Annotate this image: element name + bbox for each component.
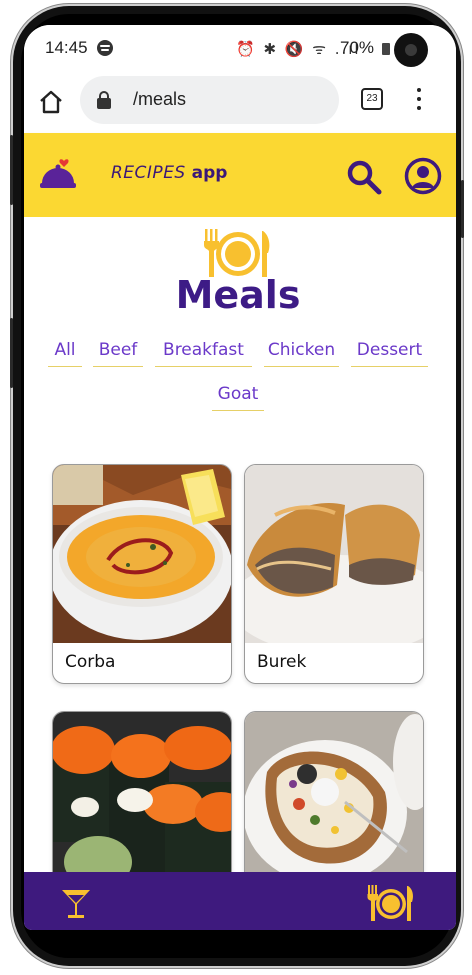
category-all[interactable]: All [48, 337, 82, 367]
category-goat[interactable]: Goat [212, 381, 264, 411]
battery-icon [382, 43, 390, 55]
user-circle-icon[interactable] [404, 157, 442, 195]
screen: 14:45 ⏰ ✱ 🔇 ᯤ ..ıl 70% /meals 23 RECIPES… [24, 25, 456, 930]
bottom-nav [24, 872, 456, 930]
url-text[interactable]: /meals [133, 89, 186, 110]
meal-name: Corba [65, 652, 116, 672]
browser-toolbar: /meals 23 [24, 73, 456, 133]
meal-card[interactable]: Corba [52, 464, 232, 684]
address-bar[interactable]: /meals [80, 76, 339, 124]
bixby-button [10, 318, 13, 388]
search-icon[interactable] [346, 159, 382, 195]
page-title: Meals [175, 273, 301, 317]
brand-app: app [191, 163, 228, 183]
category-breakfast[interactable]: Breakfast [155, 337, 252, 367]
meal-photo [245, 712, 423, 890]
plate-cutlery-icon [204, 229, 270, 277]
lock-icon [97, 91, 111, 109]
status-bar: 14:45 ⏰ ✱ 🔇 ᯤ ..ıl 70% [24, 25, 456, 73]
power-button [461, 180, 464, 238]
meal-card[interactable]: Burek [244, 464, 424, 684]
app-header: RECIPES app [24, 133, 456, 217]
main-content: Meals All Beef Breakfast Chicken Dessert… [24, 217, 456, 930]
spotify-icon [97, 40, 113, 56]
home-icon[interactable] [38, 89, 64, 115]
front-camera [394, 33, 428, 67]
tab-switcher-icon[interactable]: 23 [361, 88, 383, 110]
volume-button [10, 135, 13, 205]
brand-name: RECIPES app [111, 163, 227, 183]
browser-menu-icon[interactable] [416, 88, 422, 110]
meal-photo [53, 712, 231, 890]
status-time: 14:45 [45, 38, 88, 57]
battery-percent: 70% [340, 38, 375, 57]
category-dessert[interactable]: Dessert [351, 337, 428, 367]
brand-recipes: RECIPES [111, 163, 192, 183]
cloche-heart-icon[interactable] [38, 153, 78, 193]
category-beef[interactable]: Beef [93, 337, 143, 367]
meal-photo [53, 465, 231, 643]
meal-photo [245, 465, 423, 643]
category-chicken[interactable]: Chicken [264, 337, 339, 367]
cocktail-icon[interactable] [60, 886, 92, 920]
meal-name: Burek [257, 652, 307, 672]
plate-cutlery-icon[interactable] [366, 884, 416, 922]
